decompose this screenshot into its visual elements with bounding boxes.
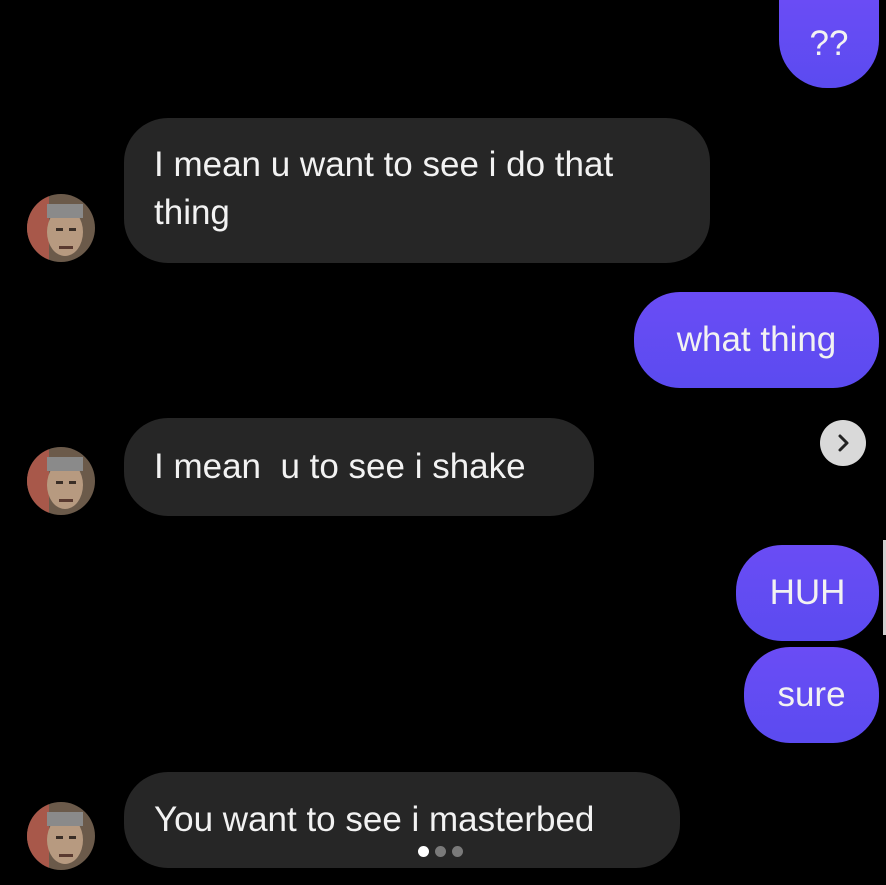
message-text: HUH [769,573,846,612]
pagination-dot[interactable] [435,846,446,857]
chevron-right-icon [838,434,849,452]
message-text: You want to see i masterbed [154,800,595,839]
pagination-dots [418,846,463,857]
avatar-photo [27,802,95,870]
contact-avatar[interactable] [27,802,95,870]
pagination-dot[interactable] [418,846,429,857]
message-text: ?? [809,24,849,63]
avatar-photo [27,447,95,515]
contact-avatar[interactable] [27,194,95,262]
message-text-line: I mean u want to see i do that [154,145,614,184]
avatar-photo [27,194,95,262]
forward-button[interactable] [820,420,866,466]
outgoing-message-bubble[interactable]: what thing [634,292,879,388]
pagination-dot[interactable] [452,846,463,857]
message-text: what thing [676,320,837,359]
incoming-message-bubble[interactable]: I mean u want to see i do that thing [124,118,710,263]
contact-avatar[interactable] [27,447,95,515]
message-text: I mean u to see i shake [154,447,526,486]
incoming-message-bubble[interactable]: You want to see i masterbed [124,772,680,868]
outgoing-message-bubble[interactable]: ?? [779,0,879,88]
message-text: sure [777,675,846,714]
message-text-line: thing [154,193,230,232]
outgoing-message-bubble[interactable]: sure [744,647,879,743]
outgoing-message-bubble[interactable]: HUH [736,545,879,641]
incoming-message-bubble[interactable]: I mean u to see i shake [124,418,594,516]
